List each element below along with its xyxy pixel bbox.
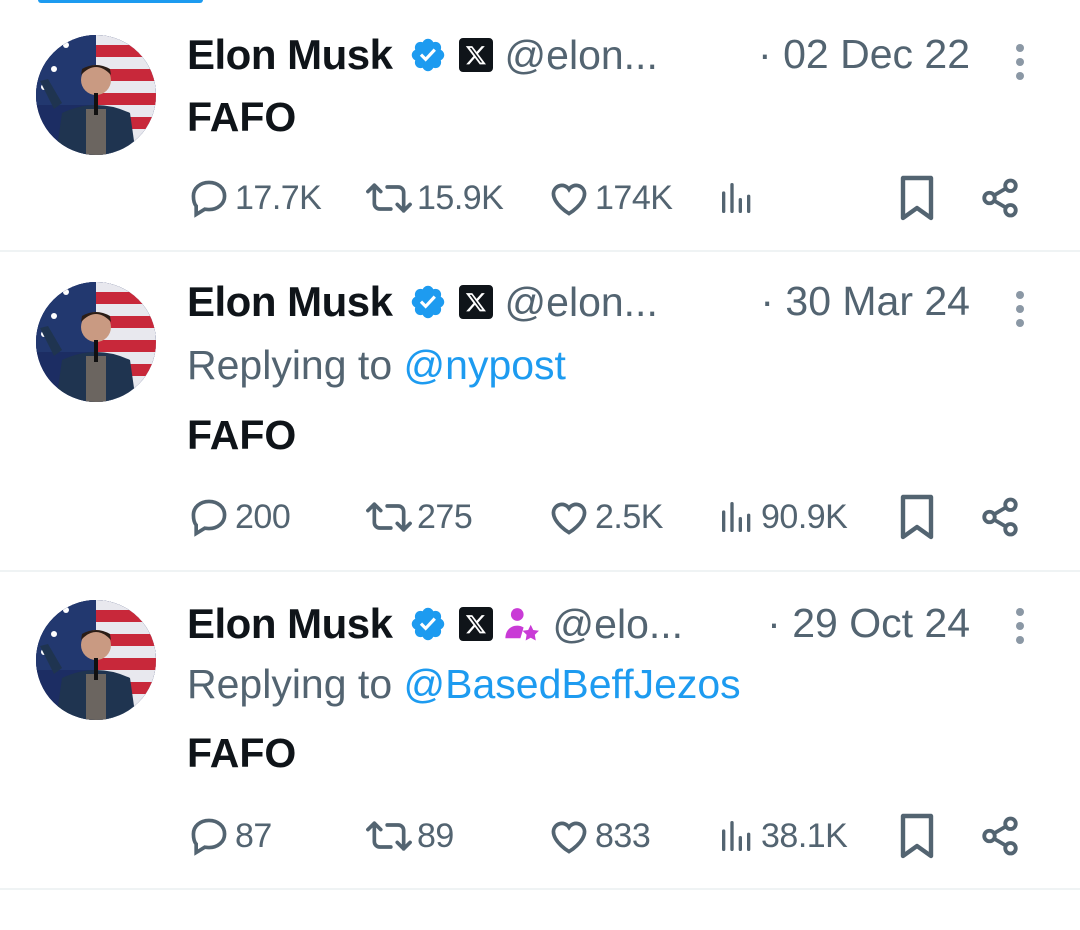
author-handle[interactable]: @elon...	[505, 279, 658, 326]
tweet-text: FAFO	[187, 94, 297, 140]
repost-button[interactable]: 89	[365, 812, 454, 860]
bookmark-button[interactable]	[897, 493, 937, 541]
verified-badge-icon	[409, 36, 447, 74]
share-icon	[982, 497, 1018, 537]
tweet-actions: 17.7K 15.9K 174K	[187, 174, 1027, 222]
replying-to-handle[interactable]: @nypost	[404, 342, 566, 388]
reply-icon	[191, 180, 227, 218]
like-icon	[551, 183, 587, 216]
repost-icon	[366, 502, 412, 532]
reply-icon	[191, 818, 227, 856]
replying-to-label: Replying to	[187, 661, 404, 707]
reply-button[interactable]: 87	[187, 812, 272, 860]
views-button[interactable]: 90.9K	[717, 493, 848, 541]
repost-count: 89	[417, 816, 454, 855]
reply-count: 200	[235, 497, 291, 536]
bookmark-icon	[900, 813, 934, 859]
reply-button[interactable]: 17.7K	[187, 174, 322, 222]
repost-count: 275	[417, 497, 473, 536]
share-button[interactable]	[979, 174, 1021, 222]
replying-to-label: Replying to	[187, 342, 404, 388]
tweet[interactable]: Elon Musk @elon... · 02 Dec 22 FAFO 17.7…	[0, 0, 1080, 250]
author-name[interactable]: Elon Musk	[187, 278, 393, 326]
author-name[interactable]: Elon Musk	[187, 600, 393, 648]
replying-to: Replying to @nypost	[187, 342, 566, 389]
avatar[interactable]	[36, 282, 156, 402]
views-icon	[722, 183, 751, 213]
more-vertical-icon[interactable]	[1010, 606, 1030, 646]
author-name[interactable]: Elon Musk	[187, 31, 393, 79]
like-count: 833	[595, 816, 651, 855]
divider	[0, 888, 1080, 890]
tweet-date[interactable]: · 29 Oct 24	[767, 600, 970, 647]
like-icon	[551, 502, 587, 535]
x-logo-badge-icon	[458, 607, 493, 641]
bookmark-button[interactable]	[897, 174, 937, 222]
tweet-actions: 200 275 2.5K 90.9K	[187, 493, 1027, 541]
repost-button[interactable]: 275	[365, 493, 473, 541]
reply-count: 87	[235, 816, 272, 855]
views-button[interactable]: 38.1K	[717, 812, 848, 860]
share-icon	[982, 816, 1018, 856]
tweet-actions: 87 89 833 38.1K	[187, 812, 1027, 860]
share-icon	[982, 178, 1018, 218]
tweet[interactable]: Elon Musk @elon... · 30 Mar 24 Replying …	[0, 252, 1080, 570]
repost-button[interactable]: 15.9K	[365, 174, 504, 222]
affiliate-person-star-icon	[503, 605, 541, 643]
repost-count: 15.9K	[417, 178, 504, 217]
tweet-date[interactable]: · 30 Mar 24	[760, 278, 970, 325]
author-handle[interactable]: @elo...	[553, 601, 684, 648]
verified-badge-icon	[409, 283, 447, 321]
repost-icon	[366, 821, 412, 851]
more-vertical-icon[interactable]	[1010, 42, 1030, 82]
reply-count: 17.7K	[235, 178, 322, 217]
like-count: 174K	[595, 178, 673, 217]
x-logo-badge-icon	[458, 285, 493, 319]
bookmark-icon	[900, 494, 934, 540]
views-count: 38.1K	[761, 816, 848, 855]
tweet-text: FAFO	[187, 730, 297, 776]
views-icon	[722, 502, 751, 532]
reply-button[interactable]: 200	[187, 493, 291, 541]
author-handle[interactable]: @elon...	[505, 32, 658, 79]
like-count: 2.5K	[595, 497, 663, 536]
avatar[interactable]	[36, 600, 156, 720]
replying-to-handle[interactable]: @BasedBeffJezos	[404, 661, 741, 707]
views-icon	[722, 821, 751, 851]
like-icon	[551, 821, 587, 854]
views-button[interactable]	[717, 174, 761, 222]
share-button[interactable]	[979, 812, 1021, 860]
verified-badge-icon	[409, 605, 447, 643]
tweet-date[interactable]: · 02 Dec 22	[758, 31, 970, 78]
avatar[interactable]	[36, 35, 156, 155]
like-button[interactable]: 833	[547, 812, 651, 860]
repost-icon	[366, 183, 412, 213]
tweet-text: FAFO	[187, 412, 297, 458]
bookmark-button[interactable]	[897, 812, 937, 860]
replying-to: Replying to @BasedBeffJezos	[187, 661, 741, 708]
bookmark-icon	[900, 175, 934, 221]
share-button[interactable]	[979, 493, 1021, 541]
like-button[interactable]: 174K	[547, 174, 673, 222]
tweet[interactable]: Elon Musk @elo... · 29 Oct 24 Replying t…	[0, 572, 1080, 888]
x-logo-badge-icon	[458, 38, 493, 72]
views-count: 90.9K	[761, 497, 848, 536]
more-vertical-icon[interactable]	[1010, 289, 1030, 329]
reply-icon	[191, 499, 227, 537]
like-button[interactable]: 2.5K	[547, 493, 663, 541]
